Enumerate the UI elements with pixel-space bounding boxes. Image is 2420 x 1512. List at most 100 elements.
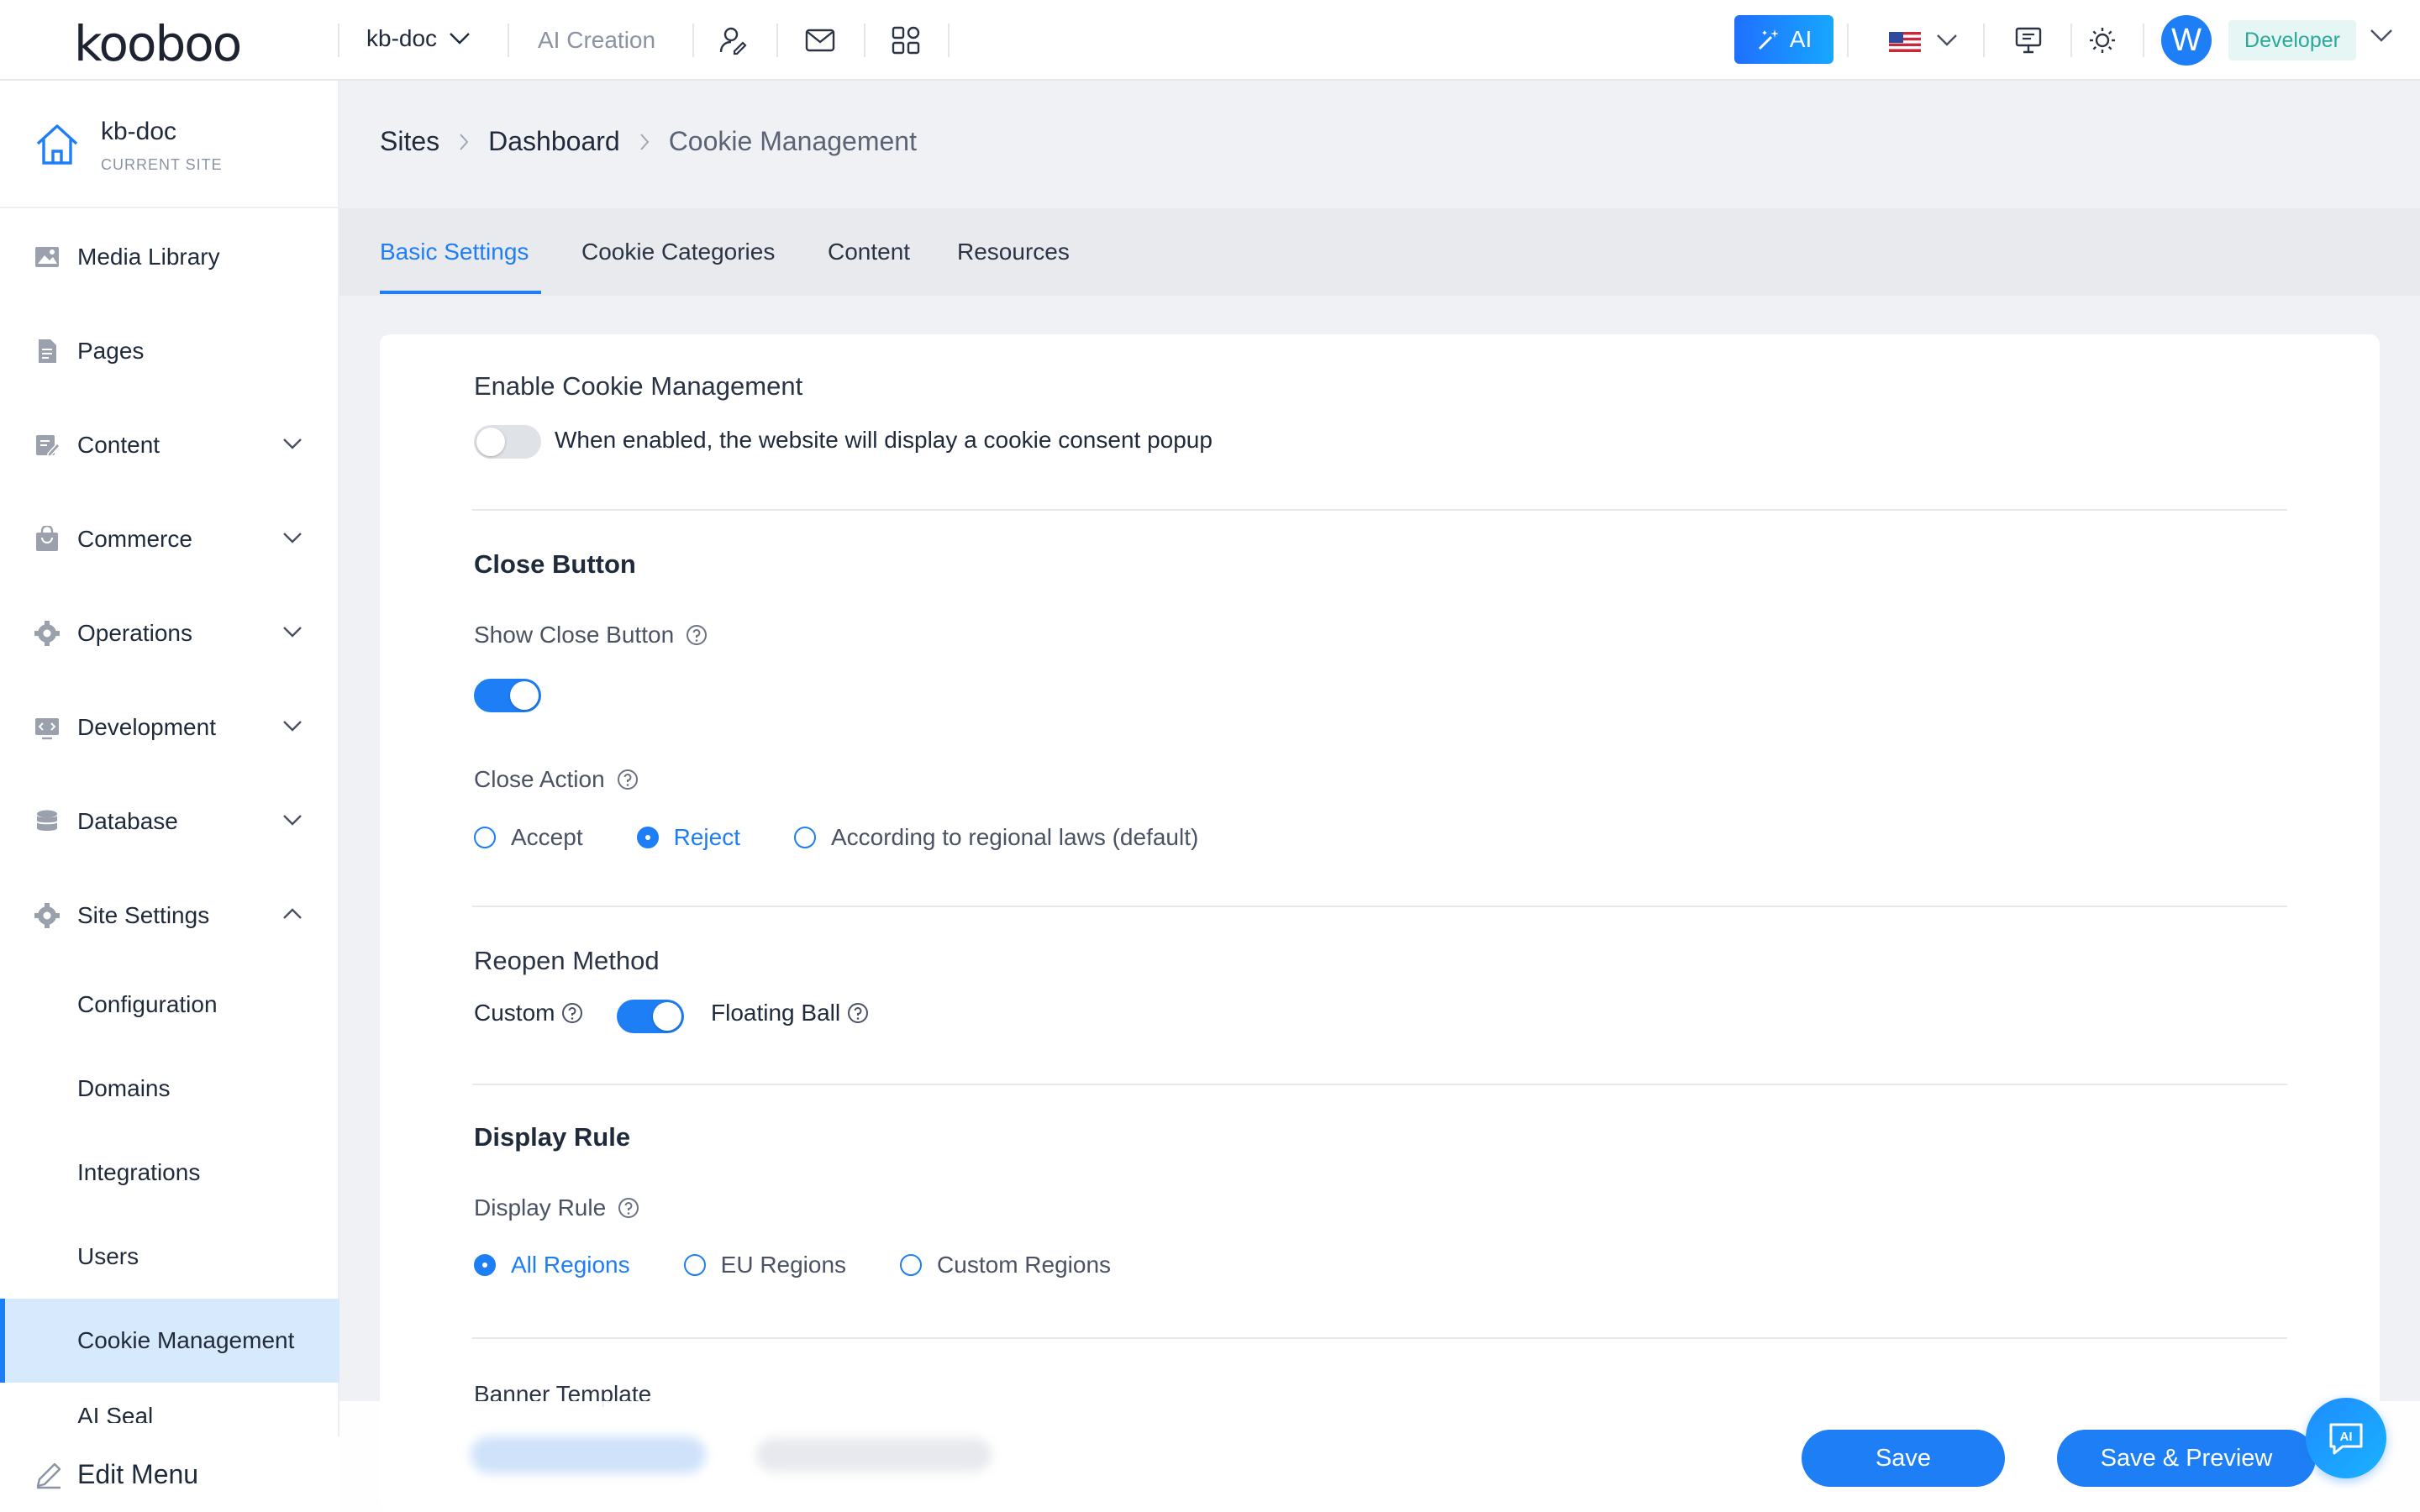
- divider: [864, 24, 865, 57]
- sidebar-item-database[interactable]: Database: [0, 780, 339, 864]
- chevron-down-icon[interactable]: [2370, 29, 2393, 44]
- sidebar-item-label: Development: [77, 714, 216, 740]
- reopen-custom-label: Custom: [474, 1000, 583, 1026]
- ai-chat-fab[interactable]: AI: [2306, 1398, 2386, 1478]
- radio-dot: [900, 1254, 923, 1276]
- mail-icon[interactable]: [803, 24, 837, 57]
- radio-label: Accept: [511, 824, 583, 850]
- radio-accept[interactable]: Accept: [474, 824, 583, 851]
- enable-cookie-toggle[interactable]: [474, 425, 541, 459]
- sidebar-item-operations[interactable]: Operations: [0, 591, 339, 675]
- breadcrumb-dashboard[interactable]: Dashboard: [488, 126, 620, 157]
- help-icon[interactable]: [847, 1002, 869, 1024]
- radio-dot: [636, 827, 659, 848]
- radio-custom-regions[interactable]: Custom Regions: [900, 1252, 1111, 1278]
- home-icon: [36, 124, 78, 165]
- divider: [1983, 24, 1985, 57]
- chevron-down-icon: [283, 533, 302, 543]
- image-icon: [35, 247, 59, 267]
- sidebar-subitem-users[interactable]: Users: [0, 1215, 339, 1299]
- save-preview-button[interactable]: Save & Preview: [2057, 1430, 2316, 1487]
- tab-content[interactable]: Content: [828, 239, 910, 265]
- sidebar-subitem-configuration[interactable]: Configuration: [0, 963, 339, 1047]
- show-close-button-text: Show Close Button: [474, 622, 675, 648]
- chevron-right-icon: [639, 133, 650, 150]
- sidebar-subitem-ai-seal[interactable]: AI Seal: [0, 1406, 339, 1423]
- apps-grid-icon[interactable]: [889, 24, 923, 57]
- sidebar-item-site-settings[interactable]: Site Settings: [0, 874, 339, 958]
- radio-dot: [793, 827, 816, 848]
- sidebar-item-development[interactable]: Development: [0, 685, 339, 769]
- radio-eu-regions[interactable]: EU Regions: [683, 1252, 846, 1278]
- breadcrumb-sites[interactable]: Sites: [380, 126, 439, 157]
- divider: [508, 24, 509, 57]
- sidebar-item-label: Commerce: [77, 526, 192, 552]
- sidebar-item-label: Content: [77, 432, 160, 458]
- ai-creation-link[interactable]: AI Creation: [538, 27, 655, 54]
- sidebar-subitem-integrations[interactable]: Integrations: [0, 1131, 339, 1215]
- tab-cookie-categories[interactable]: Cookie Categories: [581, 239, 775, 265]
- kooboo-logo[interactable]: kooboo: [74, 15, 242, 72]
- code-icon: [35, 718, 59, 740]
- tab-basic-settings[interactable]: Basic Settings: [380, 239, 529, 265]
- divider: [776, 24, 778, 57]
- gear-icon: [34, 621, 60, 646]
- current-site-panel[interactable]: kb-doc CURRENT SITE: [0, 81, 339, 208]
- toggle-knob: [510, 681, 539, 710]
- us-flag-icon[interactable]: [1889, 32, 1921, 52]
- divider: [338, 24, 339, 57]
- tab-resources[interactable]: Resources: [957, 239, 1070, 265]
- radio-all-regions[interactable]: All Regions: [474, 1252, 630, 1278]
- role-badge[interactable]: Developer: [2228, 20, 2356, 60]
- sidebar-item-commerce[interactable]: Commerce: [0, 497, 339, 581]
- breadcrumb: Sites Dashboard Cookie Management: [380, 126, 917, 157]
- sidebar-item-label: Media Library: [77, 244, 220, 270]
- bag-icon: [36, 526, 58, 551]
- close-action-text: Close Action: [474, 766, 605, 792]
- close-action-radio-group: Accept Reject According to regional laws…: [474, 824, 1252, 851]
- help-icon[interactable]: [617, 769, 639, 790]
- ai-chat-icon: AI: [2329, 1423, 2363, 1455]
- enable-cookie-description: When enabled, the website will display a…: [555, 427, 1213, 453]
- chevron-down-icon[interactable]: [1936, 34, 1958, 47]
- sidebar-subitem-label: AI Seal: [77, 1406, 154, 1423]
- sidebar-subitem-label: Integrations: [77, 1159, 201, 1185]
- save-button[interactable]: Save: [1802, 1430, 2005, 1487]
- sun-icon[interactable]: [2086, 24, 2119, 57]
- radio-dot: [474, 827, 496, 848]
- edit-doc-icon: [36, 435, 60, 457]
- current-site-label: CURRENT SITE: [101, 156, 223, 173]
- display-rule-title: Display Rule: [474, 1122, 631, 1152]
- chevron-right-icon: [460, 133, 469, 150]
- help-icon[interactable]: [618, 1197, 639, 1219]
- ai-assistant-button[interactable]: AI: [1734, 15, 1833, 64]
- show-close-button-toggle[interactable]: [474, 679, 541, 712]
- presentation-icon[interactable]: [2012, 24, 2045, 57]
- help-icon[interactable]: [561, 1002, 583, 1024]
- radio-dot: [474, 1254, 496, 1276]
- radio-label: Reject: [673, 824, 740, 850]
- edit-menu-button[interactable]: Edit Menu: [0, 1436, 339, 1512]
- sidebar-item-media-library[interactable]: Media Library: [0, 215, 339, 299]
- avatar[interactable]: W: [2161, 15, 2212, 66]
- blurred-option: [471, 1436, 706, 1473]
- divider: [948, 24, 950, 57]
- sidebar-item-pages[interactable]: Pages: [0, 309, 339, 393]
- user-sign-icon[interactable]: [716, 24, 750, 57]
- radio-reject[interactable]: Reject: [636, 824, 740, 851]
- divider: [2143, 24, 2144, 57]
- divider: [692, 24, 694, 57]
- reopen-method-title: Reopen Method: [474, 946, 660, 975]
- sidebar-subitem-cookie-management[interactable]: Cookie Management: [0, 1299, 339, 1383]
- ai-button-label: AI: [1789, 26, 1812, 52]
- reopen-method-toggle[interactable]: [617, 1000, 684, 1033]
- help-icon[interactable]: [686, 624, 708, 646]
- database-icon: [37, 810, 57, 831]
- sidebar-subitem-label: Configuration: [77, 991, 218, 1017]
- sidebar-item-content[interactable]: Content: [0, 403, 339, 487]
- radio-regional-laws[interactable]: According to regional laws (default): [793, 824, 1198, 851]
- sidebar-item-label: Operations: [77, 620, 192, 646]
- site-selector[interactable]: kb-doc: [366, 25, 471, 52]
- edit-menu-label: Edit Menu: [77, 1458, 199, 1489]
- sidebar-subitem-domains[interactable]: Domains: [0, 1047, 339, 1131]
